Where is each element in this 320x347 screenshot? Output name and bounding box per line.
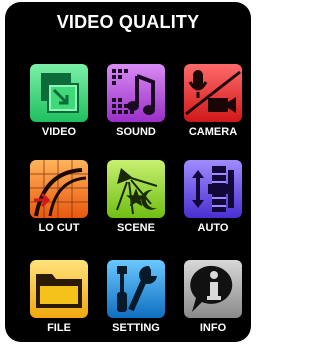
menu-item-setting[interactable]: SETTING: [100, 260, 172, 342]
sound-icon: [107, 64, 165, 122]
menu-item-sound[interactable]: SOUND: [100, 64, 172, 160]
menu-item-label: VIDEO: [41, 126, 77, 138]
menu-item-label: SOUND: [116, 126, 156, 138]
menu-item-label: SETTING: [112, 322, 160, 334]
lo-cut-icon: [30, 160, 88, 218]
menu-item-lo-cut[interactable]: LO CUT: [23, 160, 95, 256]
menu-item-label: LO CUT: [38, 222, 80, 234]
menu-item-info[interactable]: INFO: [177, 260, 249, 342]
menu-item-scene[interactable]: SCENE: [100, 160, 172, 256]
folder-icon: [30, 260, 88, 318]
menu-item-label: INFO: [199, 322, 227, 334]
video-quality-menu: VIDEO QUALITY VIDEO SOUND CAMERA LO CUT …: [5, 2, 251, 342]
info-icon: [184, 260, 242, 318]
menu-item-video[interactable]: VIDEO: [23, 64, 95, 160]
menu-title: VIDEO QUALITY: [56, 12, 200, 32]
menu-item-auto[interactable]: AUTO: [177, 160, 249, 256]
menu-item-label: FILE: [47, 322, 71, 334]
menu-item-label: AUTO: [197, 222, 229, 234]
tools-icon: [107, 260, 165, 318]
menu-item-label: SCENE: [117, 222, 155, 234]
menu-item-label: CAMERA: [188, 126, 238, 138]
camera-icon: [184, 64, 242, 122]
auto-icon: [184, 160, 242, 218]
menu-item-file[interactable]: FILE: [23, 260, 95, 342]
scene-icon: [107, 160, 165, 218]
menu-item-camera[interactable]: CAMERA: [177, 64, 249, 160]
video-icon: [30, 64, 88, 122]
